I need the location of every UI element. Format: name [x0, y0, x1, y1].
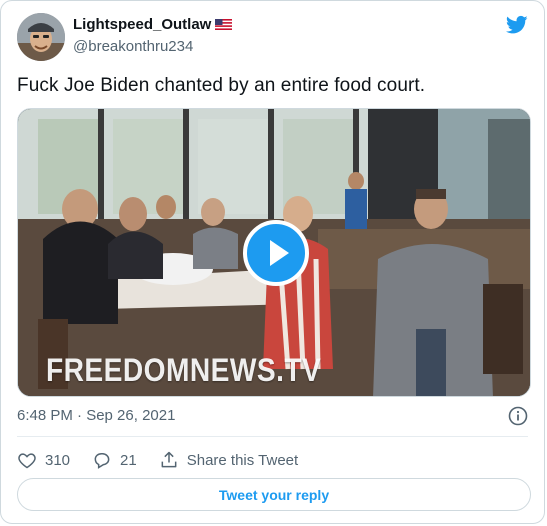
play-icon — [270, 240, 289, 266]
reply-action[interactable]: 21 — [92, 450, 137, 470]
us-flag-icon — [215, 19, 233, 30]
avatar[interactable] — [17, 13, 65, 61]
reply-count: 21 — [120, 451, 137, 469]
avatar-image — [17, 13, 65, 61]
reply-icon — [94, 453, 110, 469]
video-player[interactable]: FREEDOMNEWS.TV — [17, 108, 531, 397]
share-icon — [161, 451, 177, 468]
tweet-timestamp[interactable]: 6:48 PM · Sep 26, 2021 — [17, 407, 175, 424]
twitter-bird-icon[interactable] — [506, 15, 528, 35]
display-name[interactable]: Lightspeed_Outlaw — [73, 16, 211, 33]
video-watermark: FREEDOMNEWS.TV — [46, 352, 322, 388]
divider — [17, 436, 528, 437]
tweet-card: Lightspeed_Outlaw @breakonthru234 Fuck J… — [0, 0, 545, 524]
tweet-text: Fuck Joe Biden chanted by an entire food… — [17, 75, 426, 96]
user-handle[interactable]: @breakonthru234 — [73, 38, 193, 55]
share-label: Share this Tweet — [186, 451, 299, 469]
like-button[interactable]: 310 — [17, 450, 70, 470]
play-button[interactable] — [243, 220, 309, 286]
tweet-actions: 310 21 Share this Tweet — [17, 450, 320, 470]
info-icon[interactable] — [508, 406, 528, 426]
tweet-your-reply-button[interactable]: Tweet your reply — [17, 478, 531, 511]
share-button[interactable]: Share this Tweet — [159, 450, 298, 470]
heart-icon — [18, 453, 36, 469]
like-count: 310 — [45, 451, 71, 469]
